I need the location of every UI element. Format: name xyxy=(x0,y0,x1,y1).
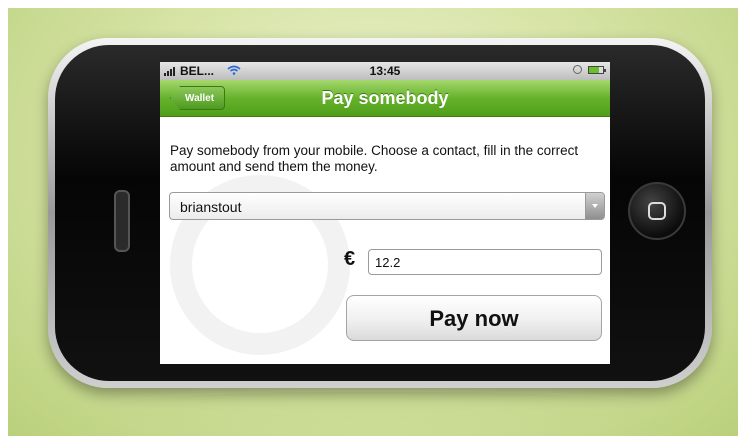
currency-symbol: € xyxy=(344,248,356,270)
chevron-down-icon[interactable] xyxy=(585,193,604,219)
home-square-icon xyxy=(648,202,666,220)
contact-select-value: brianstout xyxy=(180,199,242,215)
phone-screen: BEL... 13:45 Wallet Pay somebody Pay som… xyxy=(160,62,610,364)
pay-now-button[interactable]: Pay now xyxy=(346,295,602,341)
page-title: Pay somebody xyxy=(321,88,449,108)
status-right xyxy=(573,65,606,74)
phone-reflection xyxy=(90,392,670,432)
status-time: 13:45 xyxy=(369,64,401,78)
battery-icon xyxy=(588,65,606,74)
instructions-text: Pay somebody from your mobile. Choose a … xyxy=(170,143,579,174)
home-button[interactable] xyxy=(628,182,686,240)
navigation-bar: Wallet Pay somebody xyxy=(160,80,610,117)
pay-form: Pay somebody from your mobile. Choose a … xyxy=(160,117,610,363)
rotation-lock-icon xyxy=(573,65,582,74)
amount-input[interactable] xyxy=(368,249,602,275)
contact-select[interactable]: brianstout xyxy=(169,192,605,220)
earpiece-speaker xyxy=(114,190,130,252)
status-bar: BEL... 13:45 xyxy=(160,62,610,80)
